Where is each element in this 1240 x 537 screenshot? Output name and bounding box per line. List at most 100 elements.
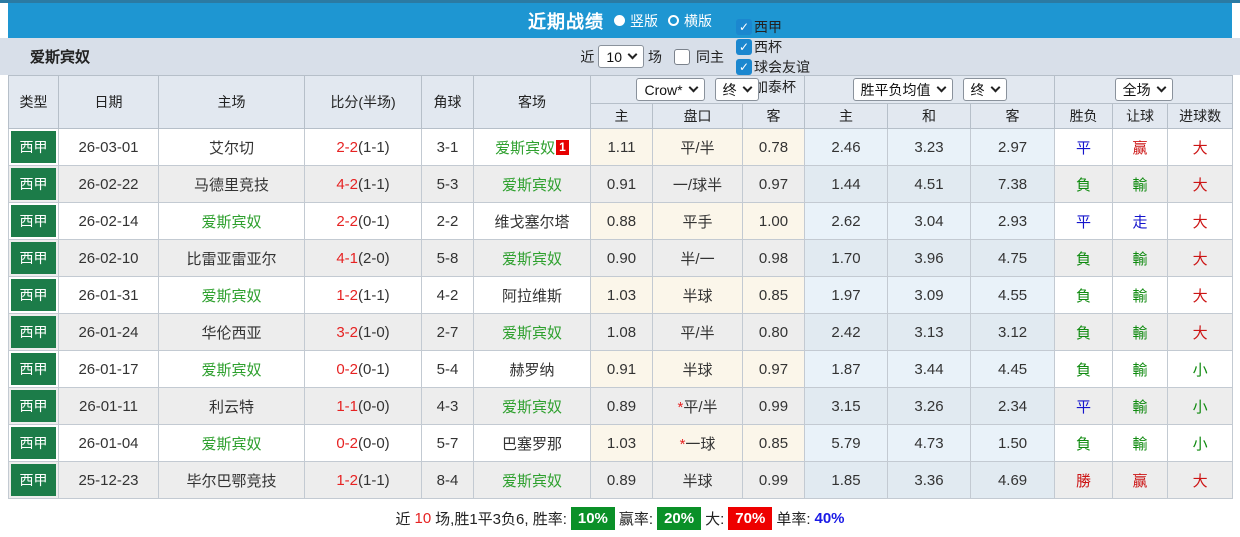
result-cell: 負 <box>1054 165 1114 203</box>
date-cell: 26-01-17 <box>58 350 159 388</box>
team-name: 爱斯宾奴 <box>30 49 91 66</box>
away-team-cell: 阿拉维斯 <box>473 276 591 314</box>
home-odds-cell: 0.91 <box>590 350 653 388</box>
avg-away-cell: 4.55 <box>970 276 1056 314</box>
result-cell: 平 <box>1054 128 1114 166</box>
league-badge: 西甲 <box>11 242 56 274</box>
avg-time-select[interactable]: 终 <box>962 78 1007 101</box>
avg-draw-cell: 3.44 <box>887 350 972 388</box>
halftime-score: (1-1) <box>358 175 390 193</box>
league-badge: 西甲 <box>11 427 56 459</box>
score-cell: 4-1(2-0) <box>304 239 422 277</box>
fulltime-score: 3-2 <box>336 323 358 341</box>
league-badge: 西甲 <box>11 279 56 311</box>
avg-home-cell: 3.15 <box>804 387 889 425</box>
corners-cell: 5-8 <box>421 239 474 277</box>
handicap-cell: 半球 <box>652 461 743 499</box>
result-cell: 負 <box>1054 350 1114 388</box>
bookmaker-select[interactable]: Crow* <box>636 78 705 101</box>
home-odds-cell: 0.88 <box>590 202 653 240</box>
handicap-text: 平/半 <box>680 139 715 157</box>
avg-away-cell: 4.75 <box>970 239 1056 277</box>
handicap-win-rate-badge: 20% <box>657 507 702 530</box>
goals-cell: 大 <box>1167 313 1234 351</box>
summary-record-text: 场,胜1平3负6, 胜率: <box>435 511 567 528</box>
handicap-result-cell: 輸 <box>1112 276 1169 314</box>
odds-time-select[interactable]: 终 <box>714 78 759 101</box>
handicap-result-cell: 輸 <box>1112 313 1169 351</box>
avg-draw-cell: 3.36 <box>887 461 972 499</box>
score-cell: 0-2(0-1) <box>304 350 422 388</box>
goals-cell: 小 <box>1167 424 1234 462</box>
table-row: 西甲 26-01-24 华伦西亚 3-2(1-0) 2-7 爱斯宾奴 1.08 平/半 0.80… <box>8 313 1234 351</box>
col-header-corners: 角球 <box>421 75 474 129</box>
score-cell: 2-2(1-1) <box>304 128 422 166</box>
col-header-goals: 进球数 <box>1167 103 1234 129</box>
home-team-cell: 比雷亚雷亚尔 <box>158 239 305 277</box>
league-filter-label: 球会友谊 <box>754 58 810 75</box>
avg-draw-cell: 3.23 <box>887 128 972 166</box>
avg-type-select[interactable]: 胜平负均值 <box>852 78 953 101</box>
avg-away-cell: 2.34 <box>970 387 1056 425</box>
away-odds-cell: 0.98 <box>741 239 806 277</box>
handicap-win-label: 赢率: <box>618 511 654 528</box>
date-cell: 26-02-14 <box>58 202 159 240</box>
fulltime-score: 0-2 <box>336 360 358 378</box>
handicap-text: 一/球半 <box>672 176 723 194</box>
away-odds-cell: 0.85 <box>741 424 806 462</box>
away-odds-cell: 0.99 <box>741 461 806 499</box>
goals-cell: 小 <box>1167 387 1234 425</box>
away-team-cell: 爱斯宾奴 <box>473 387 591 425</box>
corners-cell: 3-1 <box>421 128 474 166</box>
table-row: 西甲 26-02-22 马德里竞技 4-2(1-1) 5-3 爱斯宾奴 0.91 一/球半 0.… <box>8 165 1234 203</box>
away-odds-cell: 0.97 <box>741 165 806 203</box>
fulltime-score: 0-2 <box>336 434 358 452</box>
single-rate-value: 40% <box>814 510 845 527</box>
handicap-cell: *一球 <box>652 424 743 462</box>
away-odds-cell: 0.80 <box>741 313 806 351</box>
handicap-text: 平/半 <box>680 324 715 342</box>
home-team-cell: 艾尔切 <box>158 128 305 166</box>
period-select-value: 全场 <box>1122 81 1151 98</box>
away-team-cell: 维戈塞尔塔 <box>473 202 591 240</box>
halftime-score: (0-0) <box>358 434 390 452</box>
home-odds-cell: 1.11 <box>590 128 653 166</box>
league-badge: 西甲 <box>11 131 56 163</box>
avg-home-cell: 1.87 <box>804 350 889 388</box>
corners-cell: 5-7 <box>421 424 474 462</box>
handicap-cell: 平手 <box>652 202 743 240</box>
score-cell: 1-1(0-0) <box>304 387 422 425</box>
home-odds-cell: 1.08 <box>590 313 653 351</box>
checkbox-checked-icon[interactable] <box>736 58 752 75</box>
league-filter[interactable]: 西杯 <box>728 37 810 57</box>
col-header-avg-draw: 和 <box>887 103 972 129</box>
type-cell: 西甲 <box>8 424 59 462</box>
away-team-cell: 爱斯宾奴 1 <box>473 128 591 166</box>
checkbox-checked-icon[interactable] <box>736 18 752 35</box>
halftime-score: (1-1) <box>358 138 390 156</box>
handicap-text: 半球 <box>682 361 713 379</box>
goals-cell: 小 <box>1167 350 1234 388</box>
avg-away-cell: 4.45 <box>970 350 1056 388</box>
col-header-score: 比分(半场) <box>304 75 422 129</box>
avg-home-cell: 1.97 <box>804 276 889 314</box>
goals-cell: 大 <box>1167 276 1234 314</box>
handicap-text: 平/半 <box>683 398 718 416</box>
avg-away-cell: 3.12 <box>970 313 1056 351</box>
league-filter[interactable]: 球会友谊 <box>728 57 810 77</box>
single-label: 单率: <box>776 511 811 528</box>
corners-cell: 2-7 <box>421 313 474 351</box>
recent-count-select[interactable]: 10 <box>598 45 644 68</box>
same-home-checkbox[interactable] <box>674 48 690 65</box>
league-badge: 西甲 <box>11 390 56 422</box>
handicap-cell: *平/半 <box>652 387 743 425</box>
league-filter-label: 加泰杯 <box>754 78 796 95</box>
period-select[interactable]: 全场 <box>1114 78 1173 101</box>
checkbox-checked-icon[interactable] <box>736 38 752 55</box>
goals-cell: 大 <box>1167 202 1234 240</box>
col-header-type: 类型 <box>8 75 59 129</box>
type-cell: 西甲 <box>8 313 59 351</box>
halftime-score: (1-0) <box>358 323 390 341</box>
type-cell: 西甲 <box>8 165 59 203</box>
league-filter[interactable]: 西甲 <box>728 17 810 37</box>
